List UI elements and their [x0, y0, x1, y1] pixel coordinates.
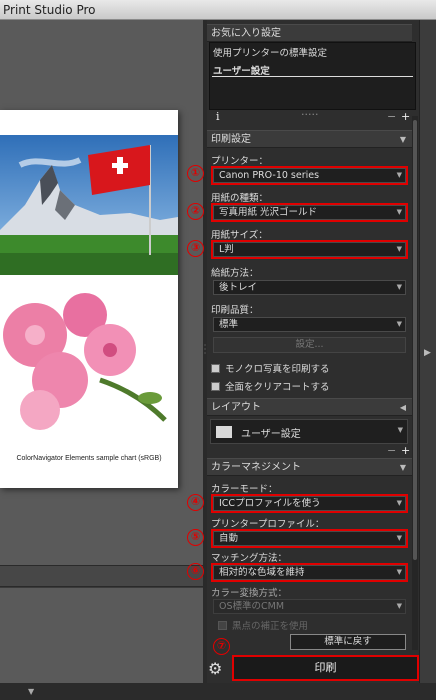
printer-profile-label: プリンタープロファイル： [211, 519, 325, 530]
black-point-checkbox[interactable]: 黒点の補正を使用 [218, 618, 308, 632]
preview-caption: ColorNavigator Elements sample chart (sR… [16, 455, 162, 462]
chevron-down-icon[interactable]: ▼ [400, 131, 406, 148]
dropdown-arrow-icon: ▼ [396, 602, 402, 610]
conversion-label: カラー変換方式： [211, 588, 288, 599]
chevron-right-icon[interactable]: ▶ [424, 348, 431, 358]
resize-grip-icon[interactable]: ····· [301, 108, 318, 121]
add-favorite-button[interactable]: + [401, 110, 410, 123]
checkbox-icon[interactable] [211, 382, 220, 391]
highlight-paper-type [211, 203, 408, 222]
collapse-down-icon[interactable]: ▼ [28, 687, 34, 696]
dropdown-arrow-icon: ▼ [396, 320, 402, 328]
marker-6: ⑥ [187, 563, 204, 580]
marker-7: ⑦ [213, 638, 230, 655]
quality-label: 印刷品質： [211, 305, 259, 316]
checkbox-icon[interactable] [218, 621, 227, 630]
highlight-printer [211, 166, 408, 185]
layout-value: ユーザー設定 [241, 429, 301, 440]
panel-scrollbar[interactable] [412, 116, 418, 650]
layout-thumbnail-icon [216, 426, 232, 438]
paper-type-label: 用紙の種類： [211, 193, 269, 204]
favorites-header: お気に入り設定 [207, 24, 412, 42]
add-layout-button[interactable]: + [401, 444, 410, 457]
quality-select[interactable]: 標準 ▼ [213, 317, 406, 332]
flower-photo [0, 280, 178, 450]
highlight-matching [211, 563, 408, 582]
scrollbar-thumb[interactable] [413, 120, 417, 560]
marker-4: ④ [187, 494, 204, 511]
favorites-item-selected[interactable]: ユーザー設定 [213, 63, 270, 77]
reset-defaults-button[interactable]: 標準に戻す [290, 634, 406, 650]
layout-header[interactable]: レイアウト ◀ [207, 398, 412, 416]
marker-5: ⑤ [187, 529, 204, 546]
layout-select[interactable]: ユーザー設定 ▼ [210, 419, 408, 444]
favorites-list[interactable]: 使用プリンターの標準設定 ユーザー設定 [209, 42, 416, 110]
color-management-header[interactable]: カラーマネジメント ▼ [207, 458, 412, 476]
remove-layout-button[interactable]: − [387, 444, 396, 457]
marker-3: ③ [187, 240, 204, 257]
print-preview-page: ColorNavigator Elements sample chart (sR… [0, 110, 178, 488]
gear-icon[interactable]: ⚙ [208, 659, 222, 678]
preview-canvas: ColorNavigator Elements sample chart (sR… [0, 20, 203, 565]
paper-source-value: 後トレイ [219, 282, 258, 293]
quality-settings-button[interactable]: 設定... [213, 337, 406, 353]
color-management-title: カラーマネジメント [211, 462, 301, 473]
paper-size-label: 用紙サイズ： [211, 230, 268, 241]
mountain-photo [0, 135, 178, 275]
monochrome-label: モノクロ写真を印刷する [225, 364, 330, 375]
marker-1: ① [187, 165, 204, 182]
filmstrip-bar [0, 565, 203, 587]
favorites-item[interactable]: 使用プリンターの標準設定 [213, 45, 327, 59]
black-point-label: 黒点の補正を使用 [232, 621, 309, 632]
chevron-down-icon[interactable]: ▼ [400, 459, 406, 476]
print-settings-header[interactable]: 印刷設定 ▼ [207, 130, 412, 148]
favorites-toolbar: i ····· − + [207, 108, 412, 126]
window-title: Print Studio Pro [0, 0, 436, 20]
clear-coat-checkbox[interactable]: 全面をクリアコートする [211, 379, 330, 393]
status-bar [0, 683, 436, 700]
highlight-color-mode [211, 494, 408, 513]
conversion-value: OS標準のCMM [219, 601, 285, 612]
thumbnail-area [0, 588, 203, 683]
info-icon[interactable]: i [216, 110, 220, 123]
marker-2: ② [187, 203, 204, 220]
clear-coat-label: 全面をクリアコートする [225, 382, 330, 393]
paper-source-select[interactable]: 後トレイ ▼ [213, 280, 406, 295]
dropdown-arrow-icon: ▼ [396, 283, 402, 291]
color-mode-label: カラーモード： [211, 484, 278, 495]
dropdown-arrow-icon: ▼ [397, 426, 403, 434]
matching-label: マッチング方法： [211, 553, 288, 564]
quality-value: 標準 [219, 319, 239, 330]
paper-source-label: 給紙方法： [211, 268, 259, 279]
print-settings-title: 印刷設定 [211, 134, 251, 145]
highlight-paper-size [211, 240, 408, 259]
printer-label: プリンター： [211, 156, 269, 167]
print-button[interactable]: 印刷 [232, 655, 419, 681]
layout-title: レイアウト [211, 402, 261, 413]
monochrome-checkbox[interactable]: モノクロ写真を印刷する [211, 361, 330, 375]
chevron-left-icon[interactable]: ◀ [400, 399, 406, 416]
checkbox-icon[interactable] [211, 364, 220, 373]
remove-favorite-button[interactable]: − [387, 110, 396, 123]
favorites-title: お気に入り設定 [211, 28, 281, 39]
panel-collapse-edge[interactable]: ▶ [419, 20, 436, 683]
conversion-select[interactable]: OS標準のCMM ▼ [213, 599, 406, 614]
highlight-printer-profile [211, 529, 408, 548]
